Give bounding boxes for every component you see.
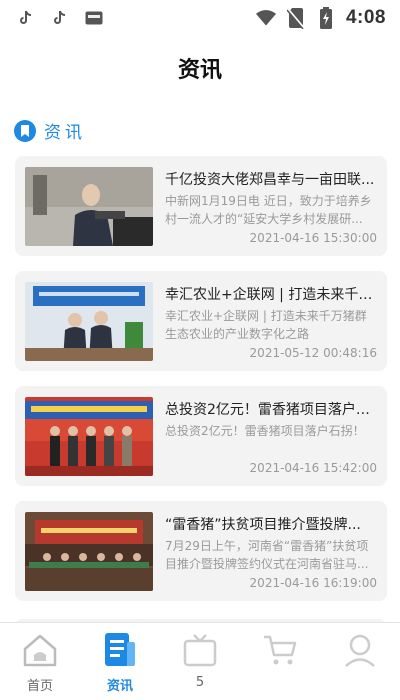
- news-thumbnail: [25, 167, 153, 246]
- no-sim-icon: [286, 8, 306, 29]
- page-title: 资讯: [177, 58, 222, 83]
- news-card[interactable]: 幸汇农业+企联网 | 打造未来千万... 幸汇农业+企联网 | 打造未来千万猪群…: [15, 271, 387, 371]
- tv-icon: [180, 631, 220, 669]
- news-icon: [100, 631, 140, 669]
- news-title: 总投资2亿元！雷香猪项目落户石...: [165, 402, 377, 418]
- nav-item-home[interactable]: 首页: [0, 623, 80, 700]
- news-thumbnail: [25, 282, 153, 361]
- app-notification-icon: [84, 8, 104, 28]
- cart-icon: [260, 631, 300, 669]
- news-summary: 幸汇农业+企联网 | 打造未来千万猪群生态农业的产业数字化之路: [165, 309, 367, 341]
- news-summary: 7月29日上午，河南省“雷香猪”扶贫项目推介暨投牌签约仪式在河南省驻马...: [165, 539, 369, 571]
- status-bar: 4:08: [0, 0, 400, 36]
- nav-item-cart[interactable]: [240, 623, 320, 700]
- news-thumbnail: [25, 397, 153, 476]
- bookmark-icon: [14, 119, 36, 142]
- news-card[interactable]: “雷香猪”扶贫项目推介暨投牌... 7月29日上午，河南省“雷香猪”扶贫项目推介…: [15, 501, 387, 601]
- bottom-nav: 首页 资讯 5: [0, 622, 400, 700]
- tiktok-icon: [16, 8, 36, 28]
- nav-label-tv: 5: [195, 675, 205, 690]
- tiktok-icon: [50, 8, 70, 28]
- news-time: 2021-05-12 00:48:16: [249, 346, 377, 360]
- news-list: 千亿投资大佬郑昌幸与一亩田联... 中新网1月19日电 近日，致力于培养乡村一流…: [15, 156, 387, 616]
- news-title: 千亿投资大佬郑昌幸与一亩田联...: [165, 172, 375, 188]
- news-time: 2021-04-16 15:30:00: [249, 231, 377, 245]
- news-time: 2021-04-16 16:19:00: [249, 576, 377, 590]
- news-summary: 中新网1月19日电 近日，致力于培养乡村一流人才的“延安大学乡村发展研...: [165, 194, 372, 226]
- nav-label-home: 首页: [26, 679, 53, 694]
- news-summary: 总投资2亿元！雷香猪项目落户石拐！: [165, 424, 365, 438]
- news-card[interactable]: 总投资2亿元！雷香猪项目落户石... 总投资2亿元！雷香猪项目落户石拐！ 202…: [15, 386, 387, 486]
- news-time: 2021-04-16 15:42:00: [249, 461, 377, 475]
- news-title: “雷香猪”扶贫项目推介暨投牌...: [165, 517, 361, 533]
- news-thumbnail: [25, 512, 153, 591]
- nav-label-news: 资讯: [106, 679, 133, 694]
- section-label: 资讯: [44, 123, 86, 143]
- news-card[interactable]: 千亿投资大佬郑昌幸与一亩田联... 中新网1月19日电 近日，致力于培养乡村一流…: [15, 156, 387, 256]
- profile-icon: [340, 631, 380, 669]
- nav-item-news[interactable]: 资讯: [80, 623, 160, 700]
- battery-charging-icon: [316, 7, 336, 29]
- section-header: 资讯: [14, 118, 86, 143]
- wifi-icon: [255, 8, 276, 28]
- nav-item-tv[interactable]: 5: [160, 623, 240, 700]
- news-title: 幸汇农业+企联网 | 打造未来千万...: [165, 287, 377, 303]
- nav-item-profile[interactable]: [320, 623, 400, 700]
- home-icon: [20, 631, 60, 669]
- clock: 4:08: [345, 7, 386, 28]
